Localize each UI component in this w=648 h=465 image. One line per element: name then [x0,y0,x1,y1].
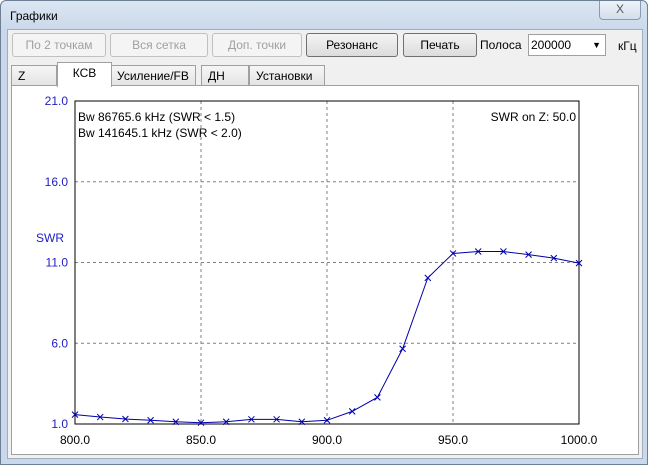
print-button[interactable]: Печать [403,33,477,57]
band-label: Полоса [480,38,522,52]
annotation-bw-15: Bw 86765.6 kHz (SWR < 1.5) [78,110,235,124]
chart-panel: 800.0 850.0 900.0 950.0 1000.0 21.0 16.0 11.0 6.… [11,85,639,455]
full-grid-button[interactable]: Вся сетка [110,33,208,57]
data-point-marker [348,408,356,415]
y-tick-label: 16.0 [45,175,69,189]
resonance-button[interactable]: Резонанс [306,33,398,57]
data-point-marker [424,274,432,282]
y-axis-label: SWR [36,231,64,245]
graphs-window: Графики X По 2 точкам Вся сетка Доп. точ… [0,0,648,465]
y-tick-label: 11.0 [46,256,69,270]
swr-chart: 800.0 850.0 900.0 950.0 1000.0 21.0 16.0 11.0 6.… [36,94,598,447]
x-tick-label: 800.0 [60,433,90,447]
close-button[interactable]: X [599,1,641,20]
chevron-down-icon: ▼ [592,40,601,50]
window-title: Графики [10,9,58,23]
annotation-bw-20: Bw 141645.1 kHz (SWR < 2.0) [78,126,242,140]
band-value: 200000 [531,38,572,52]
extra-points-button[interactable]: Доп. точки [212,33,302,57]
tab-swr[interactable]: КСВ [57,62,112,87]
tab-gain-fb[interactable]: Усиление/FB [110,65,196,86]
x-tick-label: 1000.0 [561,433,598,447]
data-point-marker [374,393,381,401]
tab-z[interactable]: Z [11,65,57,86]
annotation-swr-z: SWR on Z: 50.0 [491,110,577,124]
two-points-button[interactable]: По 2 точкам [12,33,106,57]
band-select[interactable]: 200000 ▼ [528,34,606,56]
tab-settings[interactable]: Установки [249,65,325,86]
x-tick-label: 950.0 [438,433,468,447]
tab-pattern[interactable]: ДН [201,65,249,86]
y-tick-label: 6.0 [51,336,68,350]
window-client: По 2 точкам Вся сетка Доп. точки Резонан… [7,29,643,459]
x-tick-label: 900.0 [312,433,342,447]
data-point-marker [399,345,406,353]
x-tick-label: 850.0 [186,433,216,447]
y-tick-label: 1.0 [51,417,68,431]
band-unit: кГц [618,39,637,53]
y-tick-label: 21.0 [45,94,69,108]
